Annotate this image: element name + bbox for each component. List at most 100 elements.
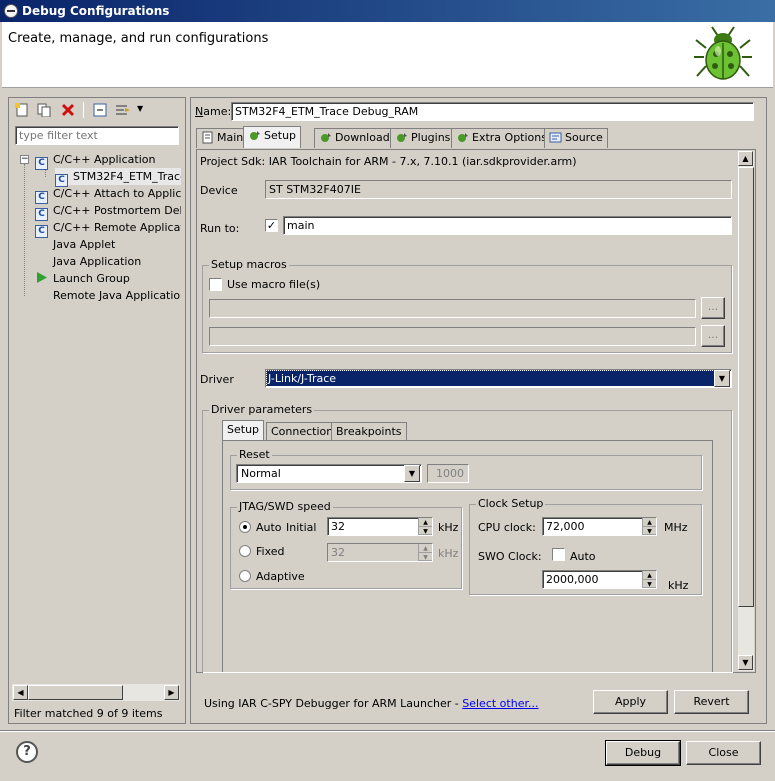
name-label: Name: (195, 105, 232, 118)
tree-item[interactable]: Launch Group (35, 270, 130, 287)
use-macro-checkbox[interactable] (209, 278, 222, 291)
window-title: Debug Configurations (22, 4, 170, 18)
setup-macros-label: Setup macros (209, 258, 289, 272)
tree-item-selected[interactable]: C STM32F4_ETM_Trace (55, 168, 181, 187)
tree-item[interactable]: Remote Java Application (53, 287, 181, 304)
dialog-header: Create, manage, and run configurations (2, 22, 773, 88)
run-to-input[interactable]: main (283, 216, 732, 235)
driver-label: Driver (200, 373, 234, 386)
apply-button[interactable]: Apply (593, 690, 668, 714)
swo-clock-unit: kHz (668, 579, 689, 592)
driver-parameters-label: Driver parameters (209, 403, 315, 417)
initial-speed-spinner[interactable]: ▲ ▼ (418, 518, 432, 535)
scroll-right-icon[interactable]: ▶ (164, 685, 179, 700)
initial-label: Initial (286, 521, 317, 534)
tab-setup[interactable]: Setup (243, 126, 302, 148)
driver-selected-value: J-Link/J-Trace (266, 370, 715, 387)
left-toolbar: ▼ (11, 100, 183, 120)
driver-select[interactable]: J-Link/J-Trace ▼ (265, 369, 732, 388)
filter-input[interactable] (15, 126, 179, 145)
collapse-all-icon[interactable] (93, 103, 107, 117)
swo-clock-spinner[interactable]: ▲ ▼ (642, 571, 656, 588)
tree-item[interactable]: Java Application (53, 253, 141, 270)
reset-label: Reset (237, 448, 272, 462)
reset-dropdown-icon[interactable]: ▼ (404, 465, 420, 482)
new-configuration-icon[interactable] (15, 103, 29, 117)
launcher-info: Using IAR C-SPY Debugger for ARM Launche… (204, 697, 539, 710)
subtab-connection[interactable]: Connection (266, 422, 339, 441)
swo-auto-checkbox[interactable] (552, 548, 565, 561)
close-button[interactable]: Close (686, 741, 761, 765)
launch-icon (37, 272, 47, 283)
run-to-label: Run to: (200, 222, 240, 235)
device-field: ST STM32F407IE (265, 180, 732, 199)
toolbar-divider (83, 102, 84, 118)
fixed-radio[interactable] (239, 545, 251, 557)
source-icon (549, 132, 562, 143)
delete-icon[interactable] (61, 103, 75, 117)
content-vscrollbar[interactable]: ▲ ▼ (738, 151, 754, 671)
bottom-separator (0, 730, 775, 732)
driver-dropdown-icon[interactable]: ▼ (714, 370, 730, 387)
use-macro-label: Use macro file(s) (227, 278, 321, 291)
tab-extra-options[interactable]: Extra Options (451, 128, 552, 148)
run-to-checkbox[interactable]: ✓ (265, 219, 278, 232)
debug-button[interactable]: Debug (605, 740, 681, 766)
left-hscrollbar[interactable]: ◀ ▶ (12, 684, 180, 701)
tab-source[interactable]: Source (544, 128, 608, 148)
window-app-icon (4, 4, 18, 18)
browse-button-1[interactable]: ... (701, 297, 725, 319)
dropdown-arrow-icon[interactable]: ▼ (137, 104, 143, 113)
macro-file-field-1 (209, 299, 696, 318)
help-icon[interactable]: ? (16, 741, 38, 763)
tree-item[interactable]: C C/C++ Attach to Applicat (35, 185, 181, 204)
swo-auto-label: Auto (570, 550, 596, 563)
tree-expand-icon[interactable]: − (20, 155, 29, 164)
revert-button[interactable]: Revert (674, 690, 749, 714)
c-icon: C (35, 225, 48, 238)
adaptive-radio-label: Adaptive (256, 570, 305, 583)
tab-plugins[interactable]: Plugins (390, 128, 456, 148)
auto-radio[interactable] (239, 521, 251, 533)
scroll-down-icon[interactable]: ▼ (738, 655, 753, 670)
adaptive-radio[interactable] (239, 570, 251, 582)
fixed-speed-spinner: ▲ ▼ (418, 544, 432, 561)
subtab-breakpoints[interactable]: Breakpoints (331, 422, 407, 441)
tree-line (24, 164, 25, 296)
cpu-clock-unit: MHz (664, 521, 688, 534)
fixed-radio-label: Fixed (256, 545, 285, 558)
swo-clock-input[interactable]: 2000,000 ▲ ▼ (542, 570, 657, 589)
auto-radio-label: Auto (256, 521, 282, 534)
jtag-speed-label: JTAG/SWD speed (237, 500, 333, 514)
config-tree: − C C/C++ Application C STM32F4_ETM_Trace … (13, 150, 181, 678)
macro-file-field-2 (209, 327, 696, 346)
duplicate-icon[interactable] (37, 103, 51, 117)
scroll-thumb[interactable] (738, 167, 754, 607)
tree-item[interactable]: C C/C++ Remote Applicatio (35, 219, 181, 238)
tree-item[interactable]: C C/C++ Postmortem Debu (35, 202, 181, 221)
reset-select[interactable]: Normal ▼ (236, 464, 422, 483)
tab-main[interactable]: Main (196, 128, 249, 148)
subtab-setup[interactable]: Setup (222, 420, 265, 441)
select-other-link[interactable]: Select other... (462, 697, 538, 710)
cpu-clock-spinner[interactable]: ▲ ▼ (642, 518, 656, 535)
name-input[interactable]: STM32F4_ETM_Trace Debug_RAM (231, 102, 754, 121)
tree-item[interactable]: Java Applet (53, 236, 115, 253)
initial-speed-input[interactable]: 32 ▲ ▼ (327, 517, 433, 536)
plugins-icon (397, 133, 407, 142)
scroll-thumb[interactable] (28, 685, 123, 700)
swo-clock-label: SWO Clock: (478, 550, 542, 563)
download-icon (321, 133, 331, 142)
header-text: Create, manage, and run configurations (8, 31, 269, 46)
fixed-speed-input: 32 ▲ ▼ (327, 543, 433, 562)
cpu-clock-input[interactable]: 72,000 ▲ ▼ (542, 517, 657, 536)
scroll-left-icon[interactable]: ◀ (13, 685, 28, 700)
reset-delay-field: 1000 (427, 464, 469, 483)
scroll-up-icon[interactable]: ▲ (738, 151, 753, 166)
c-icon: C (35, 157, 48, 170)
tree-item[interactable]: C C/C++ Application (35, 151, 155, 170)
main-tab-icon (202, 131, 213, 144)
browse-button-2[interactable]: ... (701, 325, 725, 347)
filter-icon[interactable] (115, 103, 131, 117)
tab-download[interactable]: Download (314, 128, 395, 148)
